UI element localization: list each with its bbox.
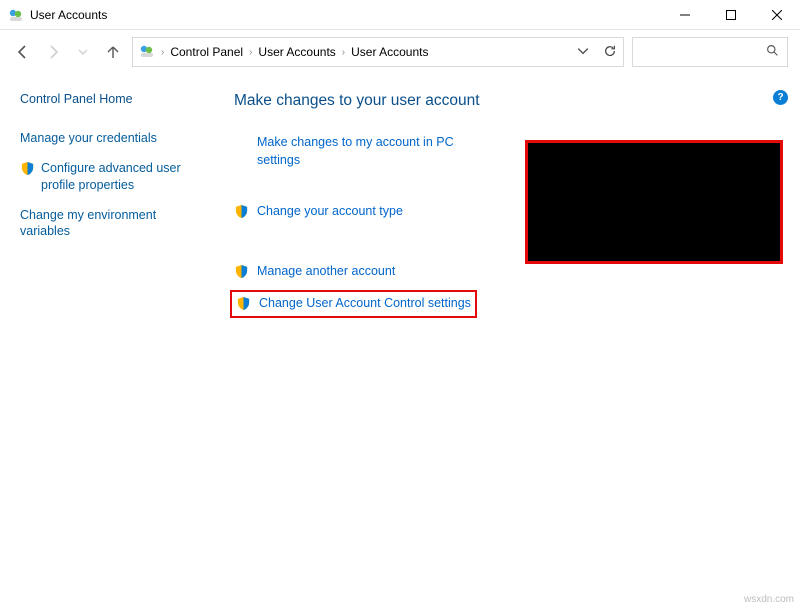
control-panel-home-link[interactable]: Control Panel Home bbox=[20, 92, 210, 106]
shield-icon bbox=[234, 264, 249, 279]
recent-dropdown[interactable] bbox=[72, 41, 94, 63]
option-label: Change your account type bbox=[257, 203, 403, 221]
sidebar-item-env-vars[interactable]: Change my environment variables bbox=[20, 207, 210, 240]
option-label: Change User Account Control settings bbox=[259, 295, 471, 313]
option-label: Manage another account bbox=[257, 263, 395, 281]
sidebar-item-credentials[interactable]: Manage your credentials bbox=[20, 130, 210, 146]
address-bar[interactable]: › Control Panel › User Accounts › User A… bbox=[132, 37, 624, 67]
back-button[interactable] bbox=[12, 41, 34, 63]
refresh-button[interactable] bbox=[603, 44, 617, 61]
chevron-right-icon[interactable]: › bbox=[161, 47, 164, 58]
forward-button[interactable] bbox=[42, 41, 64, 63]
sidebar-item-label: Manage your credentials bbox=[20, 130, 157, 146]
sidebar-item-profile-properties[interactable]: Configure advanced user profile properti… bbox=[20, 160, 210, 193]
window-controls bbox=[662, 0, 800, 29]
up-button[interactable] bbox=[102, 41, 124, 63]
minimize-button[interactable] bbox=[662, 0, 708, 29]
user-accounts-icon bbox=[139, 43, 155, 62]
breadcrumb-control-panel[interactable]: Control Panel bbox=[170, 45, 243, 59]
breadcrumb-user-accounts-2[interactable]: User Accounts bbox=[351, 45, 428, 59]
chevron-right-icon[interactable]: › bbox=[342, 47, 345, 58]
option-manage-another[interactable]: Manage another account bbox=[234, 263, 800, 281]
search-icon bbox=[766, 44, 779, 60]
account-tile-redacted bbox=[525, 140, 783, 264]
close-button[interactable] bbox=[754, 0, 800, 29]
user-accounts-icon bbox=[8, 7, 24, 23]
chevron-down-icon[interactable] bbox=[577, 45, 589, 60]
sidebar-item-label: Change my environment variables bbox=[20, 207, 180, 240]
shield-icon bbox=[236, 296, 251, 311]
option-change-uac[interactable]: Change User Account Control settings bbox=[230, 290, 477, 318]
sidebar-item-label: Configure advanced user profile properti… bbox=[41, 160, 201, 193]
sidebar: Control Panel Home Manage your credentia… bbox=[0, 92, 210, 318]
window-titlebar: User Accounts bbox=[0, 0, 800, 30]
option-label: Make changes to my account in PC setting… bbox=[257, 134, 487, 169]
chevron-right-icon[interactable]: › bbox=[249, 47, 252, 58]
watermark: wsxdn.com bbox=[744, 594, 794, 605]
breadcrumb-user-accounts-1[interactable]: User Accounts bbox=[258, 45, 335, 59]
maximize-button[interactable] bbox=[708, 0, 754, 29]
window-title: User Accounts bbox=[30, 8, 107, 22]
shield-icon bbox=[234, 204, 249, 219]
shield-icon bbox=[20, 161, 35, 176]
search-input[interactable] bbox=[632, 37, 788, 67]
nav-toolbar: › Control Panel › User Accounts › User A… bbox=[0, 30, 800, 74]
page-heading: Make changes to your user account bbox=[234, 92, 800, 110]
